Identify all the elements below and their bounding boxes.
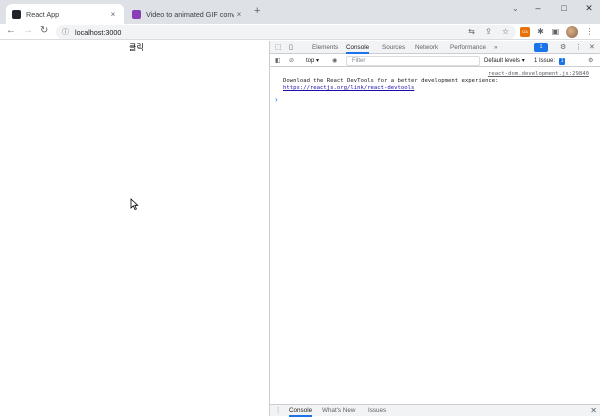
page-viewport: 클릭	[0, 41, 269, 416]
browser-toolbar: ← → ↻ ⓘ localhost:3000 ⇆ ⇪ ☆ GA ✱ ▣ ⋮	[0, 24, 600, 40]
mouse-cursor-icon	[130, 198, 139, 211]
site-info-icon[interactable]: ⓘ	[62, 27, 69, 37]
devtools-panel: ⬚ ▯ Elements Console Sources Network Per…	[269, 41, 600, 417]
back-button[interactable]: ←	[6, 25, 16, 36]
forward-button[interactable]: →	[23, 25, 33, 36]
issues-counter[interactable]: 1 Issue: 1	[534, 56, 566, 66]
context-label: top	[306, 58, 315, 64]
devtools-link[interactable]: https://reactjs.org/link/react-devtools	[283, 85, 414, 91]
devtools-drawer: ⋮ Console What's New Issues ✕	[270, 404, 600, 417]
issues-badge[interactable]: 1	[534, 43, 548, 52]
tab-search-icon[interactable]: ⌄	[512, 4, 519, 13]
new-tab-button[interactable]: +	[254, 5, 260, 17]
devtools-menu-icon[interactable]: ⋮	[575, 43, 582, 51]
tab-performance[interactable]: Performance	[450, 41, 486, 54]
levels-dropdown-icon: ▾	[521, 58, 525, 64]
tab-close-icon[interactable]: ×	[234, 10, 244, 19]
console-filter-input[interactable]: Filter	[346, 56, 480, 66]
tab-close-icon[interactable]: ×	[108, 10, 118, 19]
tab-console[interactable]: Console	[346, 41, 370, 54]
drawer-close-icon[interactable]: ✕	[590, 405, 597, 417]
issues-label: 1 Issue:	[534, 58, 556, 64]
tab-title: Video to animated GIF converter	[146, 9, 234, 19]
gif-converter-favicon-icon	[132, 9, 141, 19]
device-toolbar-icon[interactable]: ▯	[289, 43, 293, 51]
extensions-puzzle-icon[interactable]: ✱	[535, 26, 546, 37]
react-favicon-icon	[12, 9, 21, 19]
minimize-button[interactable]: –	[531, 3, 545, 13]
reload-button[interactable]: ↻	[40, 25, 48, 36]
tab-react-app[interactable]: React App ×	[6, 4, 124, 24]
window-close-button[interactable]: ✕	[582, 3, 596, 14]
maximize-button[interactable]: □	[557, 3, 571, 13]
drawer-tab-whats-new[interactable]: What's New	[322, 405, 355, 417]
tab-network[interactable]: Network	[415, 41, 438, 54]
log-levels-dropdown[interactable]: Default levels ▾	[484, 56, 525, 66]
message-text: Download the React DevTools for a better…	[283, 78, 499, 84]
tab-title: React App	[26, 9, 60, 19]
live-expression-eye-icon[interactable]: ◉	[332, 56, 337, 66]
translate-icon[interactable]: ⇆	[466, 26, 477, 37]
profile-avatar[interactable]	[566, 26, 578, 38]
clear-console-icon[interactable]: ⊘	[289, 56, 294, 66]
devtools-close-icon[interactable]: ✕	[589, 43, 595, 51]
tab-elements[interactable]: Elements	[312, 41, 338, 54]
drawer-tab-console[interactable]: Console	[289, 405, 313, 417]
browser-menu-icon[interactable]: ⋮	[584, 26, 595, 37]
console-message: Download the React DevTools for a better…	[283, 78, 589, 92]
levels-label: Default levels	[484, 58, 521, 64]
side-panel-icon[interactable]: ▣	[550, 26, 561, 37]
tab-gif-converter[interactable]: Video to animated GIF converter ×	[126, 4, 250, 24]
drawer-tab-issues[interactable]: Issues	[368, 405, 386, 417]
click-text[interactable]: 클릭	[129, 42, 144, 53]
console-prompt[interactable]: ›	[275, 95, 278, 104]
context-selector[interactable]: top ▾	[306, 56, 319, 66]
tab-sources[interactable]: Sources	[382, 41, 405, 54]
drawer-menu-icon[interactable]: ⋮	[275, 405, 281, 417]
console-settings-icon[interactable]: ⚙	[588, 56, 593, 66]
devtools-settings-icon[interactable]: ⚙	[560, 43, 566, 51]
source-link[interactable]: react-dom.development.js:29840	[488, 71, 589, 77]
extension-icon[interactable]: GA	[520, 27, 530, 37]
context-dropdown-icon: ▾	[316, 58, 320, 64]
more-tabs-button[interactable]: »	[494, 41, 498, 54]
address-text: localhost:3000	[75, 27, 122, 37]
inspect-element-icon[interactable]: ⬚	[275, 43, 282, 51]
bookmark-star-icon[interactable]: ☆	[500, 26, 511, 37]
devtools-tabbar: ⬚ ▯ Elements Console Sources Network Per…	[270, 41, 600, 54]
console-sidebar-icon[interactable]: ◧	[275, 56, 281, 66]
issues-count-badge: 1	[558, 58, 566, 65]
tab-strip: React App × Video to animated GIF conver…	[0, 0, 600, 24]
share-icon[interactable]: ⇪	[483, 26, 494, 37]
console-toolbar: ◧ ⊘ top ▾ ◉ Filter Default levels ▾ 1 Is…	[270, 55, 600, 67]
address-bar[interactable]: ⓘ localhost:3000	[56, 25, 516, 39]
